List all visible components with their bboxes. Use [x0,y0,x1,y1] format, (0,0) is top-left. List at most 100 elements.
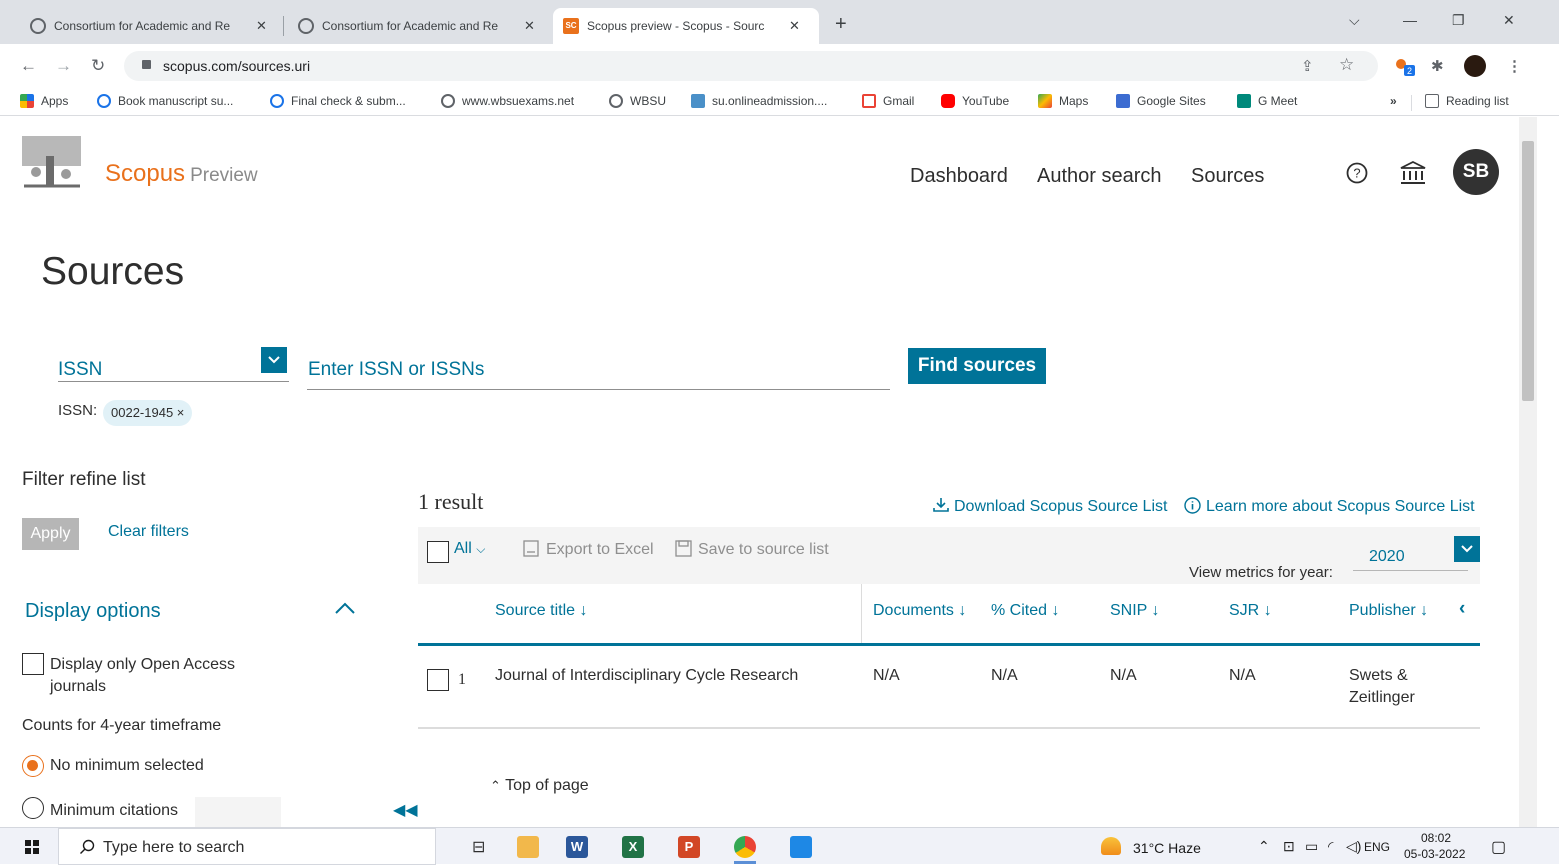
bookmark-item[interactable]: www.wbsuexams.net [441,94,574,108]
extension-icon[interactable]: 2 [1394,57,1416,81]
bookmark-g-meet[interactable]: G Meet [1237,94,1297,108]
close-tab-icon[interactable]: ✕ [524,18,535,34]
browser-tab[interactable]: Consortium for Academic and Re ✕ [288,8,550,44]
windows-start-icon[interactable] [25,840,39,854]
language-indicator[interactable]: ENG [1364,840,1390,854]
bookmark-item[interactable]: Book manuscript su... [97,94,233,108]
year-dropdown-button[interactable] [1454,536,1480,562]
bookmarks-bar: Apps Book manuscript su... Final check &… [0,90,1559,116]
chip-value: 0022-1945 [111,405,174,420]
bookmark-item[interactable]: WBSU [609,94,666,108]
powerpoint-icon[interactable]: P [678,836,700,858]
open-access-checkbox[interactable] [22,653,44,675]
bookmark-item[interactable]: Final check & subm... [270,94,406,108]
puzzle-extensions-icon[interactable]: ✱ [1431,57,1444,75]
column-publisher[interactable]: Publisher ↓ [1349,602,1428,620]
find-sources-button[interactable]: Find sources [908,348,1046,384]
display-options-heading[interactable]: Display options [25,600,161,623]
bookmark-star-icon[interactable]: ☆ [1339,55,1354,75]
close-tab-icon[interactable]: ✕ [789,18,800,34]
row-checkbox[interactable] [427,669,449,691]
restore-icon[interactable]: ❐ [1452,12,1465,29]
wifi-icon[interactable]: ◜ [1328,838,1333,855]
institution-icon[interactable] [1400,161,1426,185]
browser-tab[interactable]: Consortium for Academic and Re ✕ [20,8,282,44]
minimum-citations-radio[interactable] [22,797,44,819]
download-source-list-link[interactable]: Download Scopus Source List [932,497,1167,516]
bookmark-apps[interactable]: Apps [20,94,68,108]
excel-icon[interactable]: X [622,836,644,858]
file-explorer-icon[interactable] [517,836,539,858]
column-sjr[interactable]: SJR ↓ [1229,602,1272,620]
clock-date[interactable]: 05-03-2022 [1404,847,1465,861]
address-bar[interactable]: scopus.com/sources.uri ⇪ ☆ [124,51,1378,81]
share-icon[interactable]: ⇪ [1301,57,1314,75]
back-icon[interactable]: ← [20,56,37,76]
issn-search-input[interactable]: Enter ISSN or ISSNs [308,359,484,381]
apply-button[interactable]: Apply [22,518,79,550]
user-avatar[interactable]: SB [1453,149,1499,195]
metrics-year-select[interactable]: 2020 [1369,548,1405,566]
chip-remove-icon[interactable]: × [177,405,185,420]
chevron-left-icon[interactable]: ‹ [1459,598,1465,620]
chrome-icon[interactable] [734,836,756,858]
browser-tab-active[interactable]: SC Scopus preview - Scopus - Sourc ✕ [553,8,819,44]
tab-search-icon[interactable]: ⌵ [1349,12,1360,29]
help-icon[interactable]: ? [1346,162,1368,184]
battery-icon[interactable]: ▭ [1305,838,1318,855]
show-hidden-icons-icon[interactable]: ⌃ [1258,838,1270,855]
no-minimum-radio[interactable] [22,755,44,777]
taskbar-search-input[interactable]: Type here to search [58,828,436,865]
nav-author-search[interactable]: Author search [1037,165,1162,188]
clear-filters-link[interactable]: Clear filters [108,523,189,541]
bookmark-item[interactable]: su.onlineadmission.... [691,94,827,108]
weather-icon[interactable] [1101,837,1121,855]
chevron-up-icon[interactable] [334,601,356,615]
reload-icon[interactable]: ↻ [91,56,105,76]
photos-icon[interactable] [790,836,812,858]
column-cited[interactable]: % Cited ↓ [991,602,1059,620]
issn-filter-chip[interactable]: 0022-1945 × [103,400,193,426]
reading-list-button[interactable]: Reading list [1425,94,1509,108]
word-icon[interactable]: W [566,836,588,858]
close-tab-icon[interactable]: ✕ [256,18,267,34]
bookmark-google-sites[interactable]: Google Sites [1116,94,1206,108]
bookmark-maps[interactable]: Maps [1038,94,1088,108]
collapse-sidebar-icon[interactable]: ◀◀ [393,800,418,820]
notifications-icon[interactable]: ▢ [1491,837,1506,857]
scrollbar-thumb[interactable] [1522,141,1534,401]
learn-more-link[interactable]: Learn more about Scopus Source List [1184,497,1475,516]
top-of-page-link[interactable]: ⌃ Top of page [490,777,589,795]
field-type-dropdown-button[interactable] [261,347,287,373]
clock-time[interactable]: 08:02 [1421,831,1451,845]
column-documents[interactable]: Documents ↓ [873,602,966,620]
scopus-brand[interactable]: Scopus Preview [105,160,258,188]
filter-chip-label: ISSN: [58,402,98,419]
bookmark-gmail[interactable]: Gmail [862,94,914,108]
profile-avatar[interactable] [1464,55,1486,77]
export-to-excel-button[interactable]: Export to Excel [523,540,654,559]
source-title-link[interactable]: Journal of Interdisciplinary Cycle Resea… [495,665,798,687]
nav-sources[interactable]: Sources [1191,165,1264,188]
new-tab-icon[interactable]: + [835,13,847,36]
elsevier-tree-logo[interactable] [20,134,83,192]
browser-menu-icon[interactable]: ⋮ [1507,57,1522,75]
nav-dashboard[interactable]: Dashboard [910,165,1008,188]
select-all-dropdown[interactable]: All ⌵ [454,540,485,558]
bookmark-youtube[interactable]: YouTube [941,94,1009,108]
column-snip[interactable]: SNIP ↓ [1110,602,1160,620]
weather-text[interactable]: 31°C Haze [1133,840,1201,856]
volume-icon[interactable]: ◁) [1346,838,1361,855]
select-all-checkbox[interactable] [427,541,449,563]
task-view-icon[interactable]: ⊟ [472,837,485,857]
close-window-icon[interactable]: ✕ [1503,12,1515,29]
minimum-citations-input[interactable] [195,797,281,827]
search-field-type-select[interactable]: ISSN [58,359,102,381]
more-bookmarks-icon[interactable]: » [1390,94,1397,108]
meet-now-icon[interactable]: ⊡ [1283,838,1295,855]
minimize-icon[interactable]: — [1403,12,1417,28]
forward-icon[interactable]: → [55,56,72,76]
column-source-title[interactable]: Source title ↓ [495,602,588,620]
save-to-source-list-button[interactable]: Save to source list [675,540,829,559]
page-scrollbar[interactable] [1519,117,1537,827]
